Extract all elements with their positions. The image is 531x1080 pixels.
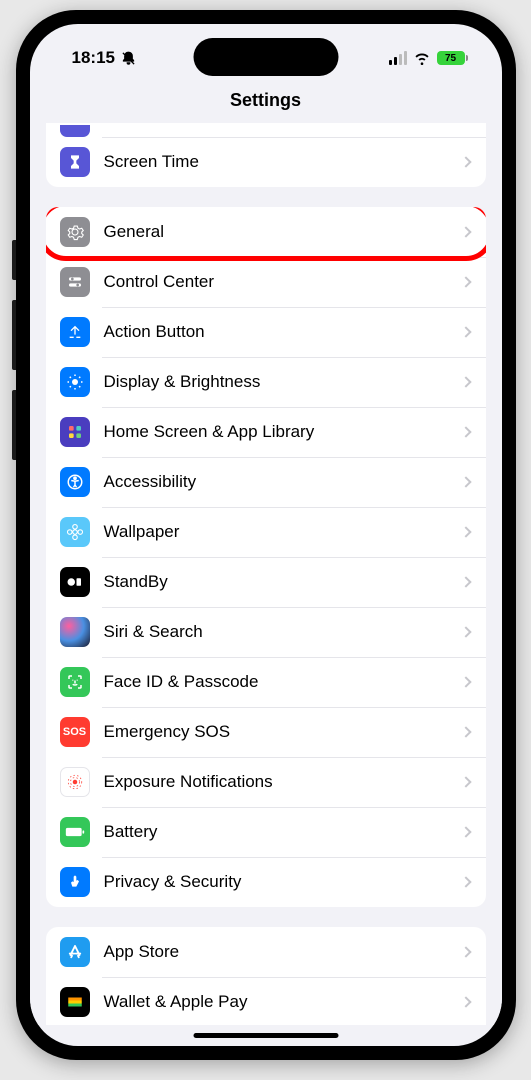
apps-grid-icon bbox=[60, 417, 90, 447]
row-label: Screen Time bbox=[104, 152, 448, 172]
phone-frame: 18:15 75 Settings bbox=[16, 10, 516, 1060]
chevron-right-icon bbox=[460, 526, 471, 537]
status-left: 18:15 bbox=[72, 48, 136, 68]
chevron-right-icon bbox=[460, 156, 471, 167]
status-time: 18:15 bbox=[72, 48, 115, 68]
row-label: Action Button bbox=[104, 322, 448, 342]
page-title: Settings bbox=[30, 90, 502, 111]
app-store-icon bbox=[60, 937, 90, 967]
chevron-right-icon bbox=[460, 996, 471, 1007]
siri-icon bbox=[60, 617, 90, 647]
settings-row-wallet[interactable]: Wallet & Apple Pay bbox=[46, 977, 486, 1025]
toggles-icon bbox=[60, 267, 90, 297]
sos-icon: SOS bbox=[60, 717, 90, 747]
row-label: StandBy bbox=[104, 572, 448, 592]
row-label: Siri & Search bbox=[104, 622, 448, 642]
home-indicator[interactable] bbox=[193, 1033, 338, 1038]
settings-row-exposure[interactable]: Exposure Notifications bbox=[46, 757, 486, 807]
settings-row-accessibility[interactable]: Accessibility bbox=[46, 457, 486, 507]
row-label: Battery bbox=[104, 822, 448, 842]
row-label: Face ID & Passcode bbox=[104, 672, 448, 692]
settings-row-action-button[interactable]: Action Button bbox=[46, 307, 486, 357]
sun-icon bbox=[60, 367, 90, 397]
row-label: Accessibility bbox=[104, 472, 448, 492]
partial-icon bbox=[60, 125, 90, 137]
battery-icon-setting bbox=[60, 817, 90, 847]
chevron-right-icon bbox=[460, 326, 471, 337]
chevron-right-icon bbox=[460, 226, 471, 237]
chevron-right-icon bbox=[460, 576, 471, 587]
hand-icon bbox=[60, 867, 90, 897]
row-label: Home Screen & App Library bbox=[104, 422, 448, 442]
settings-row-emergency-sos[interactable]: SOS Emergency SOS bbox=[46, 707, 486, 757]
status-right: 75 bbox=[389, 51, 468, 65]
chevron-right-icon bbox=[460, 626, 471, 637]
settings-row-display-brightness[interactable]: Display & Brightness bbox=[46, 357, 486, 407]
settings-row-control-center[interactable]: Control Center bbox=[46, 257, 486, 307]
settings-row-face-id[interactable]: Face ID & Passcode bbox=[46, 657, 486, 707]
row-label: Privacy & Security bbox=[104, 872, 448, 892]
settings-row-siri-search[interactable]: Siri & Search bbox=[46, 607, 486, 657]
screen: 18:15 75 Settings bbox=[30, 24, 502, 1046]
settings-row-standby[interactable]: StandBy bbox=[46, 557, 486, 607]
row-label: General bbox=[104, 222, 448, 242]
gear-icon bbox=[60, 217, 90, 247]
chevron-right-icon bbox=[460, 946, 471, 957]
settings-group-1: General Control Center Action Button Dis… bbox=[46, 207, 486, 907]
row-label: Display & Brightness bbox=[104, 372, 448, 392]
settings-content[interactable]: Screen Time General Control Center bbox=[30, 123, 502, 1025]
cellular-signal-icon bbox=[389, 51, 407, 65]
silent-icon bbox=[121, 51, 136, 66]
settings-group-0: Screen Time bbox=[46, 123, 486, 187]
hourglass-icon bbox=[60, 147, 90, 177]
chevron-right-icon bbox=[460, 476, 471, 487]
settings-row-wallpaper[interactable]: Wallpaper bbox=[46, 507, 486, 557]
settings-row-home-screen[interactable]: Home Screen & App Library bbox=[46, 407, 486, 457]
row-label: Exposure Notifications bbox=[104, 772, 448, 792]
dynamic-island bbox=[193, 38, 338, 76]
row-label: App Store bbox=[104, 942, 448, 962]
chevron-right-icon bbox=[460, 276, 471, 287]
chevron-right-icon bbox=[460, 376, 471, 387]
chevron-right-icon bbox=[460, 726, 471, 737]
settings-group-2: App Store Wallet & Apple Pay bbox=[46, 927, 486, 1025]
exposure-icon bbox=[60, 767, 90, 797]
flower-icon bbox=[60, 517, 90, 547]
chevron-right-icon bbox=[460, 776, 471, 787]
row-label: Control Center bbox=[104, 272, 448, 292]
standby-icon bbox=[60, 567, 90, 597]
settings-row-general[interactable]: General bbox=[46, 207, 486, 257]
settings-row-privacy[interactable]: Privacy & Security bbox=[46, 857, 486, 907]
chevron-right-icon bbox=[460, 426, 471, 437]
chevron-right-icon bbox=[460, 676, 471, 687]
chevron-right-icon bbox=[460, 826, 471, 837]
chevron-right-icon bbox=[460, 876, 471, 887]
action-button-icon bbox=[60, 317, 90, 347]
face-id-icon bbox=[60, 667, 90, 697]
wifi-icon bbox=[413, 51, 431, 65]
battery-level: 75 bbox=[445, 53, 456, 64]
row-label: Wallpaper bbox=[104, 522, 448, 542]
battery-icon: 75 bbox=[437, 51, 468, 65]
settings-row-battery[interactable]: Battery bbox=[46, 807, 486, 857]
header: Settings bbox=[30, 80, 502, 123]
wallet-icon bbox=[60, 987, 90, 1017]
settings-row-partial[interactable] bbox=[46, 123, 486, 137]
row-label: Emergency SOS bbox=[104, 722, 448, 742]
accessibility-icon bbox=[60, 467, 90, 497]
settings-row-screen-time[interactable]: Screen Time bbox=[46, 137, 486, 187]
settings-row-app-store[interactable]: App Store bbox=[46, 927, 486, 977]
row-label: Wallet & Apple Pay bbox=[104, 992, 448, 1012]
